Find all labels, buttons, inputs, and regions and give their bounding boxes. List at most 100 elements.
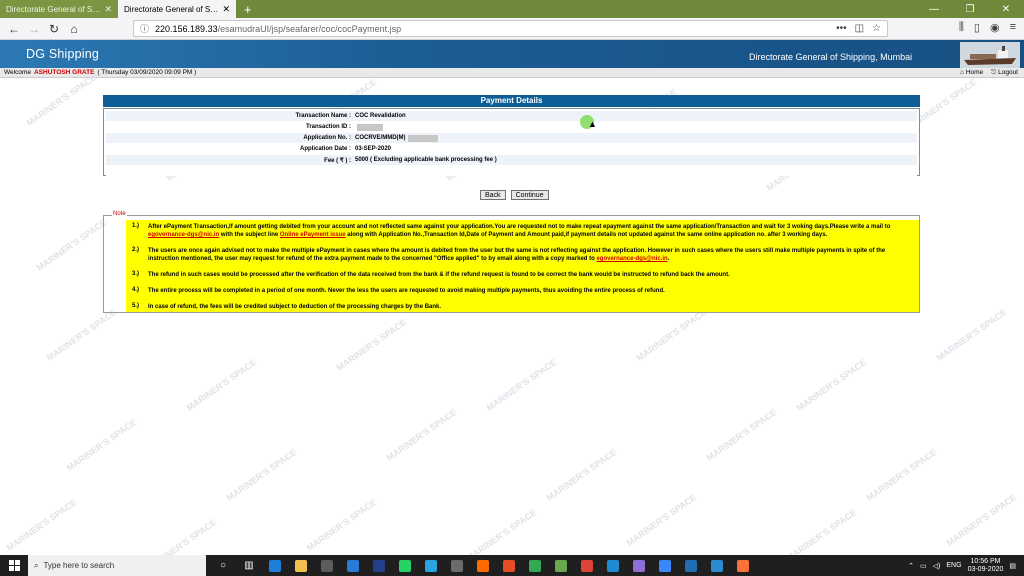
note-number: 5.) — [132, 303, 140, 309]
site-logo[interactable]: DG Shipping — [26, 47, 99, 61]
watermark-text: MARINER'S SPACE — [384, 407, 459, 463]
note-link[interactable]: Online ePayment issue — [280, 232, 346, 238]
home-link[interactable]: ⌂ Home — [960, 69, 983, 77]
application-no-value: COCRVE/MMD(M) — [355, 135, 406, 141]
notifications-icon[interactable]: ▤ — [1009, 562, 1016, 570]
page-actions-icon[interactable]: ••• — [836, 23, 847, 34]
clock[interactable]: 10:56 PM 03-09-2020 — [968, 558, 1004, 574]
logout-link[interactable]: ⎋ Logout — [991, 69, 1018, 77]
clock-time: 10:56 PM — [970, 557, 1001, 565]
watermark-text: MARINER'S SPACE — [334, 317, 409, 373]
note-text-part: with the subject line — [219, 232, 280, 238]
watermark-text: MARINER'S SPACE — [4, 497, 79, 553]
volume-icon[interactable]: ◁) — [933, 562, 941, 570]
watermark-text: MARINER'S SPACE — [544, 447, 619, 503]
app-icon[interactable] — [548, 555, 574, 576]
tab-title: Directorate General of Shipping — [124, 4, 218, 14]
note-number: 4.) — [132, 287, 140, 293]
url-host: 220.156.189.33 — [155, 23, 218, 34]
continue-button[interactable]: Continue — [510, 190, 549, 200]
watermark-text: MARINER'S SPACE — [64, 417, 139, 473]
close-window-icon[interactable]: ✕ — [988, 0, 1024, 18]
note-item-text: The users are once again advised not to … — [148, 247, 913, 263]
chrome-icon[interactable] — [574, 555, 600, 576]
powershell-icon[interactable] — [366, 555, 392, 576]
language-indicator[interactable]: ENG — [946, 562, 961, 569]
clock-date: 03-09-2020 — [967, 565, 1004, 573]
url-path: /esamudraUI/jsp/seafarer/coc/cocPayment.… — [217, 23, 402, 34]
watermark-text: MARINER'S SPACE — [34, 217, 109, 273]
search-placeholder: Type here to search — [43, 561, 115, 570]
watermark-text: MARINER'S SPACE — [624, 492, 699, 548]
app-icon[interactable] — [678, 555, 704, 576]
bookmark-star-icon[interactable]: ☆ — [872, 23, 881, 34]
watermark-text: MARINER'S SPACE — [794, 357, 869, 413]
note-link[interactable]: egovernance-dgs@nic.in — [148, 232, 219, 238]
note-text-part: After ePayment Transaction,If amount get… — [148, 224, 891, 230]
welcome-label: Welcome — [4, 69, 31, 76]
task-view-icon[interactable]: ▥ — [236, 555, 262, 576]
action-buttons: Back Continue — [480, 190, 549, 200]
browser-tab-1[interactable]: Directorate General of Shipping - C... ✕ — [0, 0, 118, 18]
window-controls: — ❐ ✕ — [916, 0, 1024, 18]
forward-arrow-icon[interactable]: → — [24, 22, 44, 36]
taskbar-search-input[interactable]: ⌕ Type here to search — [28, 555, 206, 576]
watermark-text: MARINER'S SPACE — [484, 357, 559, 413]
library-icon[interactable]: ⫼ — [959, 21, 964, 34]
row-value: 5000 ( Excluding applicable bank process… — [355, 157, 497, 163]
new-tab-icon[interactable]: + — [236, 0, 260, 18]
table-row: Transaction Name : COC Revalidation — [106, 111, 917, 121]
firefox-icon[interactable] — [730, 555, 756, 576]
note-text-part: The refund in such cases would be proces… — [148, 272, 730, 278]
mail-icon[interactable] — [340, 555, 366, 576]
note-number: 1.) — [132, 223, 140, 229]
close-tab-icon[interactable]: ✕ — [104, 4, 112, 15]
store-icon[interactable] — [314, 555, 340, 576]
app-icon[interactable] — [652, 555, 678, 576]
app-icon[interactable] — [444, 555, 470, 576]
back-arrow-icon[interactable]: ← — [4, 22, 24, 36]
watermark-text: MARINER'S SPACE — [184, 357, 259, 413]
whatsapp-icon[interactable] — [392, 555, 418, 576]
sidebar-icon[interactable]: ▯ — [974, 21, 980, 34]
url-bar[interactable]: ⓘ 220.156.189.33/esamudraUI/jsp/seafarer… — [133, 20, 888, 37]
browser-tabbar: Directorate General of Shipping - C... ✕… — [0, 0, 1024, 18]
row-label: Transaction ID : — [305, 124, 351, 130]
edge-icon[interactable] — [262, 555, 288, 576]
home-icon[interactable]: ⌂ — [64, 22, 84, 36]
chrome-icon[interactable] — [522, 555, 548, 576]
close-tab-icon[interactable]: ✕ — [222, 4, 230, 15]
app-icon[interactable] — [704, 555, 730, 576]
org-name: Directorate General of Shipping, Mumbai — [749, 52, 913, 62]
maximize-icon[interactable]: ❐ — [952, 0, 988, 18]
windows-taskbar: ⌕ Type here to search ○ ▥ ⌃ ▭ ◁) ENG 10:5… — [0, 555, 1024, 576]
cortana-icon[interactable]: ○ — [210, 555, 236, 576]
system-tray: ⌃ ▭ ◁) ENG 10:56 PM 03-09-2020 ▤ — [908, 558, 1024, 574]
logout-link-label: Logout — [998, 68, 1018, 76]
minimize-icon[interactable]: — — [916, 0, 952, 18]
row-label: Fee ( ₹ ) : — [324, 157, 351, 164]
pocket-icon[interactable]: ◫ — [855, 23, 864, 34]
vscode-icon[interactable] — [600, 555, 626, 576]
tray-chevron-icon[interactable]: ⌃ — [908, 562, 914, 570]
watermark-text: MARINER'S SPACE — [634, 307, 709, 363]
back-button[interactable]: Back — [480, 190, 506, 200]
site-info-icon[interactable]: ⓘ — [140, 22, 149, 35]
network-icon[interactable]: ▭ — [920, 562, 927, 570]
app-icon[interactable] — [626, 555, 652, 576]
taskbar-apps: ○ ▥ — [206, 555, 756, 576]
note-link[interactable]: egovernance-dgs@nic.in — [596, 256, 667, 262]
file-explorer-icon[interactable] — [288, 555, 314, 576]
telegram-icon[interactable] — [418, 555, 444, 576]
windows-start-icon[interactable] — [0, 555, 28, 576]
account-icon[interactable]: ◉ — [990, 21, 1000, 34]
app-icon[interactable] — [496, 555, 522, 576]
note-item-text: After ePayment Transaction,If amount get… — [148, 223, 913, 239]
browser-tab-2[interactable]: Directorate General of Shipping ✕ — [118, 0, 236, 18]
mouse-pointer-icon: ▲ — [588, 119, 597, 129]
app-icon[interactable] — [470, 555, 496, 576]
menu-icon[interactable]: ≡ — [1010, 21, 1016, 34]
reload-icon[interactable]: ↻ — [44, 22, 64, 36]
watermark-text: MARINER'S SPACE — [224, 447, 299, 503]
table-row: Application Date : 03-SEP-2020 — [106, 144, 917, 154]
